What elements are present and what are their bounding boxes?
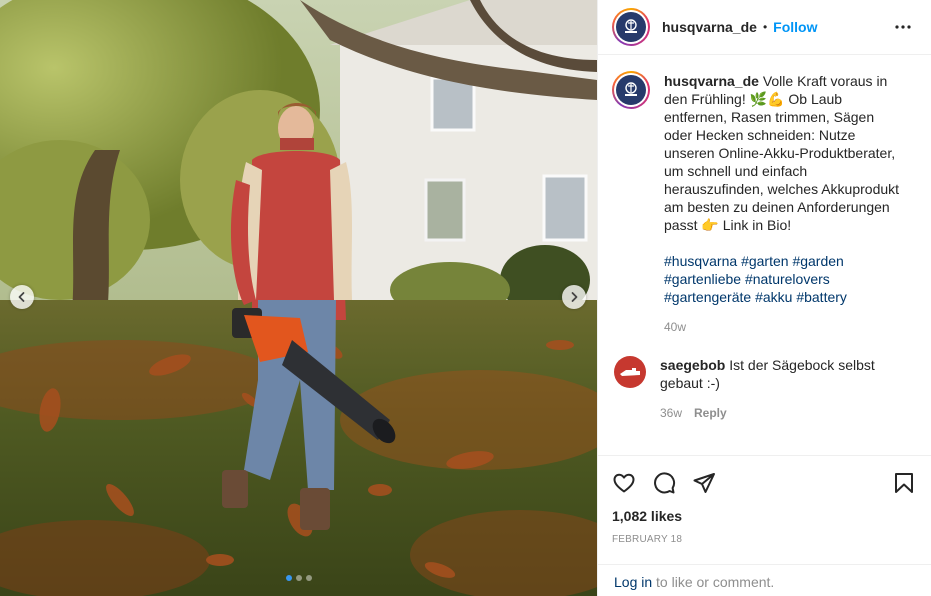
hashtag-link[interactable]: #gartenliebe [664, 271, 741, 287]
chevron-right-icon [571, 292, 578, 302]
comment-button[interactable] [652, 471, 676, 495]
hashtag-link[interactable]: #husqvarna [664, 253, 737, 269]
post-date: FEBRUARY 18 [612, 534, 683, 545]
follow-button[interactable]: Follow [773, 19, 817, 35]
comment-text: saegebob Ist der Sägebock selbst gebaut … [660, 356, 900, 392]
more-options-button[interactable] [891, 15, 915, 39]
carousel-dot [306, 575, 312, 581]
avatar[interactable] [612, 8, 650, 46]
save-button[interactable] [892, 471, 916, 495]
post-header: husqvarna_de • Follow [598, 0, 931, 55]
comment-username[interactable]: saegebob [660, 357, 725, 373]
paper-plane-icon [693, 473, 715, 493]
caption-text-middle: Ob Laub entfernen, Rasen trimmen, Sägen … [664, 91, 900, 233]
herb-emoji: 🌿 [749, 91, 768, 107]
flexed-biceps-emoji: 💪 [767, 91, 785, 107]
caption-body: husqvarna_de Volle Kraft voraus in den F… [664, 72, 904, 336]
carousel-dot [296, 575, 302, 581]
hashtag-link[interactable]: #gartengeräte [664, 289, 751, 305]
more-horizontal-icon [895, 25, 911, 29]
hashtag-link[interactable]: #naturelovers [745, 271, 830, 287]
header-username[interactable]: husqvarna_de [662, 19, 757, 35]
comments-section[interactable]: husqvarna_de Volle Kraft voraus in den F… [598, 56, 931, 452]
avatar[interactable] [612, 71, 650, 109]
husqvarna-logo-icon [625, 82, 637, 96]
avatar[interactable] [614, 356, 646, 388]
carousel-prev-button[interactable] [10, 285, 34, 309]
speech-bubble-icon [654, 472, 676, 494]
pointing-right-emoji: 👉 [701, 217, 719, 233]
action-bar [612, 468, 916, 498]
login-prompt-text: to like or comment. [656, 574, 775, 590]
garden-photo-illustration [0, 0, 597, 596]
login-prompt: Log in to like or comment. [598, 564, 931, 596]
hashtag-link[interactable]: #akku [755, 289, 792, 305]
login-link[interactable]: Log in [614, 574, 652, 590]
husqvarna-logo-icon [625, 19, 637, 33]
comment-meta: 36w Reply [660, 404, 900, 422]
carousel-indicator [286, 575, 312, 581]
bookmark-icon [895, 473, 913, 493]
reply-button[interactable]: Reply [694, 404, 727, 422]
caption: husqvarna_de Volle Kraft voraus in den F… [612, 71, 916, 336]
hashtag-list: #husqvarna #garten #garden #gartenliebe … [664, 252, 904, 306]
heart-icon [613, 473, 635, 493]
like-button[interactable] [612, 471, 636, 495]
carousel-dot [286, 575, 292, 581]
post-actions: 1,082 likes FEBRUARY 18 [598, 455, 931, 545]
hashtag-link[interactable]: #battery [796, 289, 847, 305]
likes-count[interactable]: 1,082 likes [612, 508, 916, 524]
caption-age[interactable]: 40w [664, 318, 686, 336]
carousel-next-button[interactable] [562, 285, 586, 309]
caption-text: husqvarna_de Volle Kraft voraus in den F… [664, 72, 904, 234]
caption-text-end: Link in Bio! [722, 217, 792, 233]
caption-username[interactable]: husqvarna_de [664, 73, 759, 89]
chainsaw-icon [620, 368, 640, 376]
post-photo[interactable] [0, 0, 597, 596]
post-side-panel: husqvarna_de • Follow husqvarna_de Volle… [597, 0, 931, 596]
comment-age[interactable]: 36w [660, 404, 682, 422]
hashtag-link[interactable]: #garden [792, 253, 843, 269]
chevron-left-icon [18, 292, 25, 302]
caption-meta: 40w [664, 318, 904, 336]
share-button[interactable] [692, 471, 716, 495]
comment-item: saegebob Ist der Sägebock selbst gebaut … [612, 356, 916, 422]
hashtag-link[interactable]: #garten [741, 253, 788, 269]
comment-body: saegebob Ist der Sägebock selbst gebaut … [660, 356, 900, 422]
instagram-post: husqvarna_de • Follow husqvarna_de Volle… [0, 0, 931, 596]
separator-dot: • [762, 20, 768, 34]
